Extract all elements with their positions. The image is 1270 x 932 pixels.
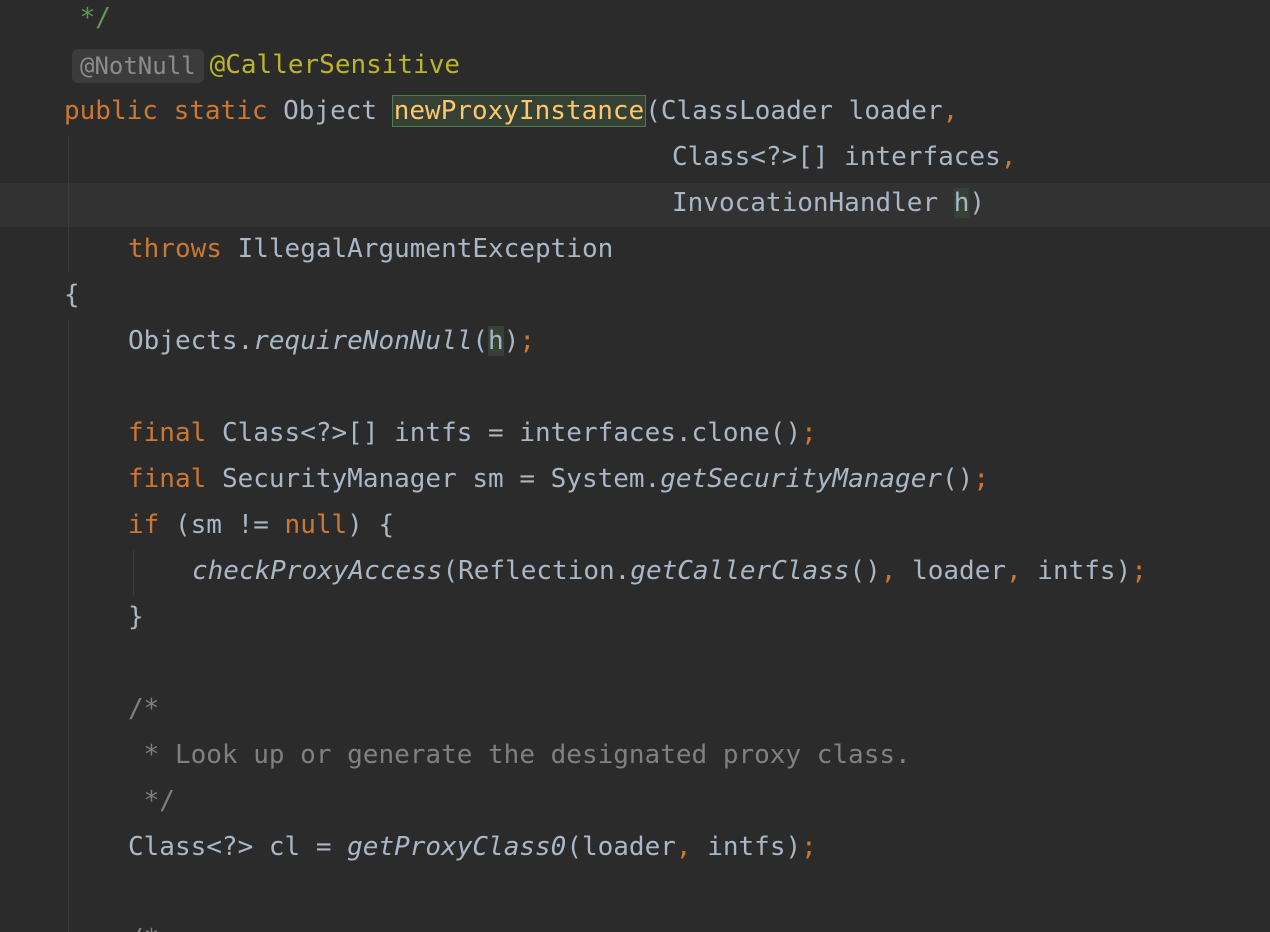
code-line: if (sm != null) {	[0, 503, 394, 547]
annotation-caller-sensitive: @CallerSensitive	[209, 50, 461, 80]
code-line: public static Object newProxyInstance(Cl…	[0, 89, 958, 133]
arg-h-highlight: h	[488, 326, 504, 356]
semicolon: ;	[973, 464, 989, 494]
semicolon: ;	[801, 832, 817, 862]
code-line: */	[0, 779, 175, 823]
semicolon: ;	[801, 418, 817, 448]
arg: loader	[896, 556, 1006, 586]
comma: ,	[1000, 142, 1017, 172]
code-line: }	[0, 595, 144, 639]
doc-comment-end: */	[64, 3, 111, 33]
code-line: * Look up or generate the designated pro…	[0, 733, 911, 777]
static-method-call: checkProxyAccess	[192, 556, 443, 586]
keyword-throws: throws	[128, 234, 222, 264]
params-start: (ClassLoader loader	[645, 96, 943, 126]
param-type: InvocationHandler	[672, 188, 954, 218]
keyword-static: static	[173, 96, 268, 126]
param-interfaces: Class<?>[] interfaces	[672, 142, 1001, 172]
comma: ,	[880, 556, 897, 586]
call-parens: ()	[849, 556, 881, 586]
code-line: /*	[0, 687, 159, 731]
static-method-call: getProxyClass0	[347, 832, 567, 862]
static-method-call: getSecurityManager	[660, 464, 942, 494]
code-line: Class<?> cl = getProxyClass0(loader, int…	[0, 825, 817, 869]
comma: ,	[1006, 556, 1022, 586]
static-method-call: requireNonNull	[253, 326, 473, 356]
keyword-final: final	[128, 418, 207, 448]
code-line: throws IllegalArgumentException	[0, 227, 613, 271]
code-line: final SecurityManager sm = System.getSec…	[0, 457, 989, 501]
code-line: {	[0, 273, 80, 317]
keyword-if: if	[128, 510, 160, 540]
static-method-call: getCallerClass	[630, 556, 850, 586]
paren-close: )	[969, 188, 986, 218]
code-line: */	[0, 0, 111, 40]
brace-open: {	[64, 280, 80, 310]
arg: (loader	[566, 832, 676, 862]
exception-type: IllegalArgumentException	[237, 234, 614, 264]
paren-open: (	[472, 326, 489, 356]
paren-close: )	[503, 326, 520, 356]
inlay-hint-notnull[interactable]: @NotNull	[72, 48, 204, 83]
arg: intfs)	[1021, 556, 1132, 586]
statement: Class<?>[] intfs = interfaces.clone()	[221, 418, 802, 448]
code-line: /*	[0, 917, 159, 932]
class-ref: Objects.	[128, 326, 254, 356]
condition-end: ) {	[347, 510, 395, 540]
call-parens: ()	[942, 464, 974, 494]
arg: intfs)	[691, 832, 802, 862]
brace-close: }	[128, 602, 144, 632]
statement: Class<?> cl =	[128, 832, 348, 862]
comment: /*	[128, 694, 160, 724]
code-line: @NotNull @CallerSensitive	[0, 43, 460, 87]
semicolon: ;	[519, 326, 536, 356]
arg: (Reflection.	[442, 556, 631, 586]
semicolon: ;	[1131, 556, 1147, 586]
code-line: InvocationHandler h)	[0, 181, 985, 225]
comment: /*	[128, 924, 159, 932]
param-h-highlight: h	[953, 188, 970, 218]
code-line: checkProxyAccess(Reflection.getCallerCla…	[0, 549, 1147, 593]
comment: */	[128, 786, 175, 816]
code-editor[interactable]: */ @NotNull @CallerSensitive public stati…	[0, 0, 1270, 932]
code-line: final Class<?>[] intfs = interfaces.clon…	[0, 411, 817, 455]
method-name-declaration[interactable]: newProxyInstance	[391, 95, 647, 127]
comma: ,	[675, 832, 692, 862]
return-type: Object	[283, 96, 378, 126]
keyword-public: public	[64, 96, 158, 126]
comment: * Look up or generate the designated pro…	[128, 740, 911, 770]
keyword-null: null	[284, 510, 348, 540]
code-line: Objects.requireNonNull(h);	[0, 319, 535, 363]
statement: SecurityManager sm = System.	[221, 464, 661, 494]
condition: (sm !=	[174, 510, 285, 540]
keyword-final: final	[128, 464, 207, 494]
comma: ,	[942, 96, 959, 126]
code-line: Class<?>[] interfaces,	[0, 135, 1016, 179]
